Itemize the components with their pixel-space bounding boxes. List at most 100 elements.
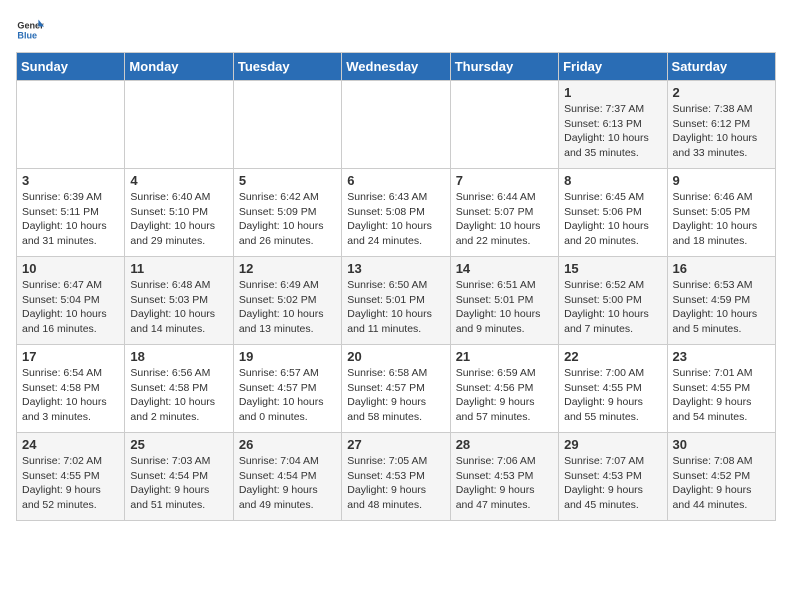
day-cell (450, 81, 558, 169)
day-number: 18 (130, 349, 227, 364)
day-info: Sunrise: 6:42 AMSunset: 5:09 PMDaylight:… (239, 190, 336, 249)
calendar-table: SundayMondayTuesdayWednesdayThursdayFrid… (16, 52, 776, 521)
logo: General Blue (16, 16, 48, 44)
day-cell: 19 Sunrise: 6:57 AMSunset: 4:57 PMDayligh… (233, 345, 341, 433)
day-number: 3 (22, 173, 119, 188)
week-row-4: 24 Sunrise: 7:02 AMSunset: 4:55 PMDayligh… (17, 433, 776, 521)
day-number: 19 (239, 349, 336, 364)
day-number: 21 (456, 349, 553, 364)
day-cell: 28Sunrise: 7:06 AMSunset: 4:53 PMDayligh… (450, 433, 558, 521)
day-info: Sunrise: 7:04 AMSunset: 4:54 PMDaylight:… (239, 454, 336, 513)
weekday-header-monday: Monday (125, 53, 233, 81)
day-cell: 18 Sunrise: 6:56 AMSunset: 4:58 PMDayligh… (125, 345, 233, 433)
weekday-header-wednesday: Wednesday (342, 53, 450, 81)
day-number: 6 (347, 173, 444, 188)
day-cell: 14 Sunrise: 6:51 AMSunset: 5:01 PMDayligh… (450, 257, 558, 345)
day-number: 5 (239, 173, 336, 188)
day-info: Sunrise: 6:39 AMSunset: 5:11 PMDaylight:… (22, 190, 119, 249)
weekday-header-saturday: Saturday (667, 53, 775, 81)
day-cell: 11 Sunrise: 6:48 AMSunset: 5:03 PMDayligh… (125, 257, 233, 345)
day-cell: 9 Sunrise: 6:46 AMSunset: 5:05 PMDaylight… (667, 169, 775, 257)
day-cell: 29 Sunrise: 7:07 AMSunset: 4:53 PMDayligh… (559, 433, 667, 521)
day-cell: 12Sunrise: 6:49 AMSunset: 5:02 PMDayligh… (233, 257, 341, 345)
day-cell: 24 Sunrise: 7:02 AMSunset: 4:55 PMDayligh… (17, 433, 125, 521)
day-cell: 2Sunrise: 7:38 AMSunset: 6:12 PMDaylight… (667, 81, 775, 169)
day-cell: 7 Sunrise: 6:44 AMSunset: 5:07 PMDaylight… (450, 169, 558, 257)
day-info: Sunrise: 7:37 AMSunset: 6:13 PMDaylight:… (564, 102, 661, 161)
week-row-3: 17 Sunrise: 6:54 AMSunset: 4:58 PMDayligh… (17, 345, 776, 433)
day-cell (17, 81, 125, 169)
weekday-header-sunday: Sunday (17, 53, 125, 81)
day-number: 20 (347, 349, 444, 364)
day-cell: 5 Sunrise: 6:42 AMSunset: 5:09 PMDaylight… (233, 169, 341, 257)
day-number: 10 (22, 261, 119, 276)
day-cell: 10 Sunrise: 6:47 AMSunset: 5:04 PMDayligh… (17, 257, 125, 345)
day-number: 30 (673, 437, 770, 452)
day-cell: 13 Sunrise: 6:50 AMSunset: 5:01 PMDayligh… (342, 257, 450, 345)
day-info: Sunrise: 7:08 AMSunset: 4:52 PMDaylight:… (673, 454, 770, 513)
weekday-header-thursday: Thursday (450, 53, 558, 81)
weekday-header-tuesday: Tuesday (233, 53, 341, 81)
day-info: Sunrise: 6:48 AMSunset: 5:03 PMDaylight:… (130, 278, 227, 337)
day-info: Sunrise: 6:50 AMSunset: 5:01 PMDaylight:… (347, 278, 444, 337)
day-info: Sunrise: 6:45 AMSunset: 5:06 PMDaylight:… (564, 190, 661, 249)
day-info: Sunrise: 7:06 AMSunset: 4:53 PMDaylight:… (456, 454, 553, 513)
day-number: 25 (130, 437, 227, 452)
header: General Blue (16, 16, 776, 44)
day-cell: 3 Sunrise: 6:39 AMSunset: 5:11 PMDaylight… (17, 169, 125, 257)
day-info: Sunrise: 7:05 AMSunset: 4:53 PMDaylight:… (347, 454, 444, 513)
day-cell: 6 Sunrise: 6:43 AMSunset: 5:08 PMDaylight… (342, 169, 450, 257)
day-cell: 27 Sunrise: 7:05 AMSunset: 4:53 PMDayligh… (342, 433, 450, 521)
day-number: 26 (239, 437, 336, 452)
day-info: Sunrise: 6:52 AMSunset: 5:00 PMDaylight:… (564, 278, 661, 337)
day-number: 9 (673, 173, 770, 188)
day-number: 17 (22, 349, 119, 364)
day-number: 7 (456, 173, 553, 188)
day-cell: 26 Sunrise: 7:04 AMSunset: 4:54 PMDayligh… (233, 433, 341, 521)
logo-icon: General Blue (16, 16, 44, 44)
day-info: Sunrise: 6:59 AMSunset: 4:56 PMDaylight:… (456, 366, 553, 425)
day-number: 15 (564, 261, 661, 276)
weekday-header-row: SundayMondayTuesdayWednesdayThursdayFrid… (17, 53, 776, 81)
day-cell: 15 Sunrise: 6:52 AMSunset: 5:00 PMDayligh… (559, 257, 667, 345)
day-cell: 21 Sunrise: 6:59 AMSunset: 4:56 PMDayligh… (450, 345, 558, 433)
day-cell: 23 Sunrise: 7:01 AMSunset: 4:55 PMDayligh… (667, 345, 775, 433)
day-number: 24 (22, 437, 119, 452)
day-number: 1 (564, 85, 661, 100)
day-info: Sunrise: 6:58 AMSunset: 4:57 PMDaylight:… (347, 366, 444, 425)
day-info: Sunrise: 6:49 AMSunset: 5:02 PMDaylight:… (239, 278, 336, 337)
day-number: 29 (564, 437, 661, 452)
weekday-header-friday: Friday (559, 53, 667, 81)
day-info: Sunrise: 6:56 AMSunset: 4:58 PMDaylight:… (130, 366, 227, 425)
day-number: 16 (673, 261, 770, 276)
day-info: Sunrise: 7:07 AMSunset: 4:53 PMDaylight:… (564, 454, 661, 513)
day-info: Sunrise: 6:44 AMSunset: 5:07 PMDaylight:… (456, 190, 553, 249)
day-number: 11 (130, 261, 227, 276)
day-cell (233, 81, 341, 169)
day-number: 23 (673, 349, 770, 364)
day-cell: 30 Sunrise: 7:08 AMSunset: 4:52 PMDayligh… (667, 433, 775, 521)
day-cell: 20 Sunrise: 6:58 AMSunset: 4:57 PMDayligh… (342, 345, 450, 433)
day-info: Sunrise: 6:47 AMSunset: 5:04 PMDaylight:… (22, 278, 119, 337)
day-info: Sunrise: 6:43 AMSunset: 5:08 PMDaylight:… (347, 190, 444, 249)
day-number: 13 (347, 261, 444, 276)
week-row-2: 10 Sunrise: 6:47 AMSunset: 5:04 PMDayligh… (17, 257, 776, 345)
day-info: Sunrise: 6:51 AMSunset: 5:01 PMDaylight:… (456, 278, 553, 337)
day-cell: 22 Sunrise: 7:00 AMSunset: 4:55 PMDayligh… (559, 345, 667, 433)
day-cell: 25Sunrise: 7:03 AMSunset: 4:54 PMDayligh… (125, 433, 233, 521)
day-cell: 8Sunrise: 6:45 AMSunset: 5:06 PMDaylight… (559, 169, 667, 257)
day-info: Sunrise: 7:01 AMSunset: 4:55 PMDaylight:… (673, 366, 770, 425)
day-info: Sunrise: 6:40 AMSunset: 5:10 PMDaylight:… (130, 190, 227, 249)
day-number: 14 (456, 261, 553, 276)
day-info: Sunrise: 6:57 AMSunset: 4:57 PMDaylight:… (239, 366, 336, 425)
week-row-0: 1 Sunrise: 7:37 AMSunset: 6:13 PMDaylight… (17, 81, 776, 169)
day-number: 22 (564, 349, 661, 364)
day-number: 27 (347, 437, 444, 452)
day-info: Sunrise: 6:54 AMSunset: 4:58 PMDaylight:… (22, 366, 119, 425)
day-cell: 17 Sunrise: 6:54 AMSunset: 4:58 PMDayligh… (17, 345, 125, 433)
day-info: Sunrise: 6:46 AMSunset: 5:05 PMDaylight:… (673, 190, 770, 249)
day-info: Sunrise: 7:02 AMSunset: 4:55 PMDaylight:… (22, 454, 119, 513)
day-number: 4 (130, 173, 227, 188)
day-info: Sunrise: 7:00 AMSunset: 4:55 PMDaylight:… (564, 366, 661, 425)
svg-text:Blue: Blue (17, 30, 37, 40)
